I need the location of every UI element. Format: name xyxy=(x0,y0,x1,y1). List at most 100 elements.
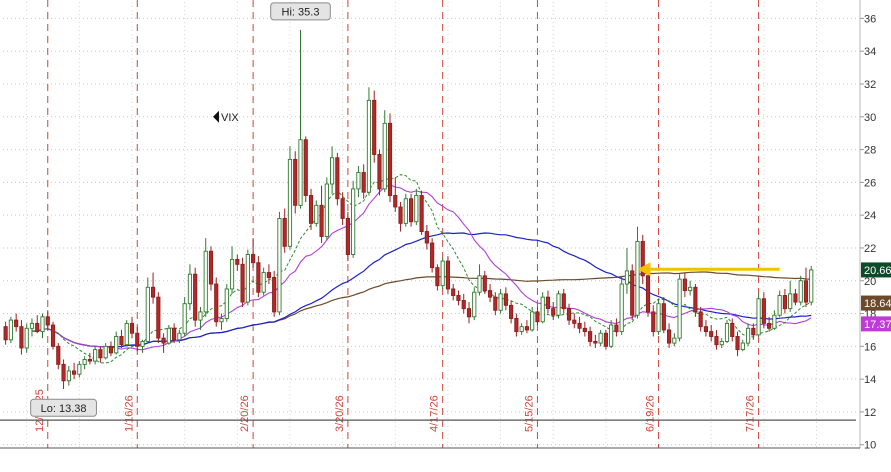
candle-body xyxy=(688,286,693,292)
candle-body xyxy=(398,206,403,224)
candle-body xyxy=(82,359,87,365)
candle-body xyxy=(393,195,398,208)
candle-body xyxy=(366,99,372,193)
candle-body xyxy=(682,278,687,292)
y-tick-label: 36 xyxy=(864,13,876,25)
candle-body xyxy=(161,337,166,344)
candle-body xyxy=(361,172,366,193)
candle-body xyxy=(466,308,472,318)
candle-body xyxy=(266,272,271,278)
candle-body xyxy=(272,277,277,313)
candle-body xyxy=(40,316,45,333)
candle-body xyxy=(377,154,382,190)
candle-body xyxy=(98,349,103,359)
candle-body xyxy=(503,293,508,306)
candle-body xyxy=(788,293,793,310)
candle-body xyxy=(719,340,724,346)
candle-body xyxy=(451,288,456,296)
candle-body xyxy=(382,122,387,190)
y-tick-label: 26 xyxy=(864,177,876,189)
candle-body xyxy=(540,296,545,323)
candle-body xyxy=(672,337,677,344)
candle-body xyxy=(656,303,661,333)
candle-body xyxy=(298,139,303,206)
candle-body xyxy=(767,322,772,329)
candle-body xyxy=(561,293,566,310)
candle-body xyxy=(745,327,751,344)
y-tick-label: 30 xyxy=(864,112,876,124)
candle-body xyxy=(108,345,114,354)
candle-body xyxy=(219,318,224,323)
candle-body xyxy=(798,280,803,303)
candle-body xyxy=(214,283,219,323)
candle-body xyxy=(3,326,8,341)
candle-body xyxy=(35,322,40,333)
candle-body xyxy=(735,336,740,351)
candle-body xyxy=(251,254,256,264)
candle-body xyxy=(356,172,361,190)
candle-body xyxy=(61,363,66,382)
candle-body xyxy=(340,198,345,219)
candle-body xyxy=(345,217,350,255)
event-marker-label: 5/15/26 xyxy=(523,395,535,432)
candle-body xyxy=(651,311,656,333)
candle-body xyxy=(430,242,435,269)
candle-body xyxy=(498,293,503,311)
candle-body xyxy=(166,327,171,344)
candle-body xyxy=(482,275,487,292)
candle-body xyxy=(119,336,124,346)
candle-body xyxy=(419,195,424,233)
candle-body xyxy=(724,322,730,342)
candle-body xyxy=(709,331,714,337)
candle-body xyxy=(477,275,482,293)
candle-body xyxy=(461,299,466,310)
y-tick-label: 22 xyxy=(864,243,876,255)
candle-body xyxy=(703,326,709,333)
candle-body xyxy=(308,195,314,224)
candle-body xyxy=(635,240,640,316)
candle-body xyxy=(24,327,29,349)
y-tick-label: 14 xyxy=(864,374,876,386)
candle-body xyxy=(277,217,282,313)
y-tick-label: 12 xyxy=(864,407,876,419)
candle-body xyxy=(714,336,719,346)
candle-body xyxy=(440,260,445,287)
candle-body xyxy=(29,322,35,329)
y-tick-label: 10 xyxy=(864,440,876,452)
event-marker-label: 4/17/26 xyxy=(429,395,441,432)
event-marker-label: 3/20/26 xyxy=(334,395,346,432)
candle-body xyxy=(556,293,561,316)
candle-body xyxy=(524,326,529,331)
candle-body xyxy=(335,157,340,200)
y-tick-label: 24 xyxy=(864,210,876,222)
candle-body xyxy=(582,327,587,333)
candle-body xyxy=(698,311,703,328)
candle-body xyxy=(577,322,582,329)
candle-body xyxy=(530,311,535,331)
candle-body xyxy=(435,267,440,287)
high-callout-label: Hi: 35.3 xyxy=(282,6,320,18)
high-callout: Hi: 35.3 xyxy=(270,2,331,21)
event-marker-label: 6/19/26 xyxy=(645,395,657,432)
candle-body xyxy=(93,349,98,362)
candle-body xyxy=(751,327,756,336)
candle-body xyxy=(693,286,698,313)
candle-body xyxy=(803,280,809,303)
candle-body xyxy=(256,262,261,293)
candle-body xyxy=(493,296,498,311)
candle-body xyxy=(203,250,208,313)
candle-body xyxy=(172,327,177,341)
candle-body xyxy=(145,286,150,342)
candle-body xyxy=(588,331,593,342)
candle-body xyxy=(408,198,414,223)
candle-body xyxy=(472,291,477,318)
candle-body xyxy=(150,286,156,298)
candle-body xyxy=(509,304,514,319)
price-tag-label: 18.64 xyxy=(864,298,891,310)
candle-body xyxy=(598,332,603,344)
candle-body xyxy=(514,318,519,333)
candle-body xyxy=(114,336,119,354)
candle-body xyxy=(551,308,556,316)
candle-body xyxy=(303,139,308,196)
candle-body xyxy=(8,319,13,341)
